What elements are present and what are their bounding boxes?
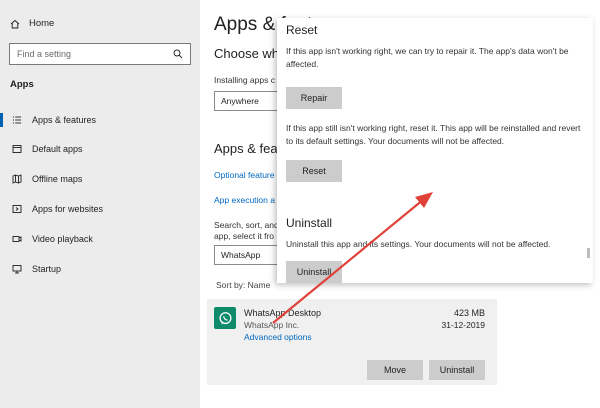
app-name: WhatsApp Desktop bbox=[244, 308, 322, 318]
section-title: Apps bbox=[10, 79, 34, 90]
popup-scrollbar[interactable] bbox=[587, 248, 590, 258]
video-icon bbox=[12, 234, 22, 244]
search-placeholder: Find a setting bbox=[17, 49, 72, 59]
move-button[interactable]: Move bbox=[367, 360, 423, 380]
app-size: 423 MB bbox=[453, 308, 485, 318]
sort-by-dropdown[interactable]: Sort by: Name bbox=[216, 280, 270, 290]
reset-description: If this app still isn't working right, r… bbox=[286, 123, 581, 146]
startup-icon bbox=[12, 264, 22, 274]
home-link[interactable]: Home bbox=[10, 18, 54, 29]
repair-description: If this app isn't working right, we can … bbox=[286, 46, 569, 69]
apps-features-heading: Apps & feat bbox=[214, 141, 282, 156]
sidebar-item-default-apps[interactable]: Default apps bbox=[0, 138, 200, 160]
uninstall-description: Uninstall this app and its settings. You… bbox=[286, 239, 551, 249]
map-icon bbox=[12, 174, 22, 184]
sidebar-item-label: Offline maps bbox=[32, 174, 83, 184]
optional-features-link[interactable]: Optional feature bbox=[214, 170, 274, 180]
home-icon bbox=[10, 19, 20, 29]
home-label: Home bbox=[29, 18, 55, 29]
uninstall-button[interactable]: Uninstall bbox=[429, 360, 485, 380]
sidebar-item-offline-maps[interactable]: Offline maps bbox=[0, 168, 200, 190]
search-input[interactable]: Find a setting bbox=[9, 43, 191, 65]
choose-heading: Choose whe bbox=[214, 46, 287, 61]
sidebar-item-startup[interactable]: Startup bbox=[0, 258, 200, 280]
search-help-text-2: app, select it fro bbox=[214, 231, 275, 241]
sidebar-item-label: Default apps bbox=[32, 144, 83, 154]
sidebar-item-video-playback[interactable]: Video playback bbox=[0, 228, 200, 250]
sidebar-item-apps-features[interactable]: Apps & features bbox=[0, 109, 200, 131]
sidebar: Home Find a setting Apps Apps & features… bbox=[0, 0, 200, 408]
sidebar-item-label: Apps & features bbox=[32, 115, 97, 125]
default-apps-icon bbox=[12, 144, 22, 154]
sidebar-item-label: Apps for websites bbox=[32, 204, 104, 214]
install-source-value: Anywhere bbox=[221, 96, 259, 106]
app-install-date: 31-12-2019 bbox=[441, 320, 485, 330]
search-help-text-1: Search, sort, and bbox=[214, 220, 279, 230]
websites-icon bbox=[12, 204, 22, 214]
sidebar-item-label: Video playback bbox=[32, 234, 93, 244]
app-search-value: WhatsApp bbox=[221, 250, 261, 260]
app-publisher: WhatsApp Inc. bbox=[244, 320, 300, 330]
whatsapp-icon bbox=[214, 307, 236, 329]
search-icon[interactable] bbox=[173, 49, 183, 59]
sidebar-item-apps-for-websites[interactable]: Apps for websites bbox=[0, 198, 200, 220]
reset-heading: Reset bbox=[286, 23, 318, 37]
installing-text: Installing apps c bbox=[214, 75, 275, 85]
app-list-item[interactable]: WhatsApp Desktop WhatsApp Inc. Advanced … bbox=[207, 299, 497, 385]
reset-button[interactable]: Reset bbox=[286, 160, 342, 182]
repair-button[interactable]: Repair bbox=[286, 87, 342, 109]
list-icon bbox=[12, 115, 22, 125]
advanced-options-panel: Reset If this app isn't working right, w… bbox=[277, 18, 593, 283]
advanced-options-link[interactable]: Advanced options bbox=[244, 332, 312, 342]
popup-uninstall-button[interactable]: Uninstall bbox=[286, 261, 342, 283]
sidebar-item-label: Startup bbox=[32, 264, 62, 274]
uninstall-heading: Uninstall bbox=[286, 216, 333, 230]
app-execution-link[interactable]: App execution a bbox=[214, 195, 275, 205]
